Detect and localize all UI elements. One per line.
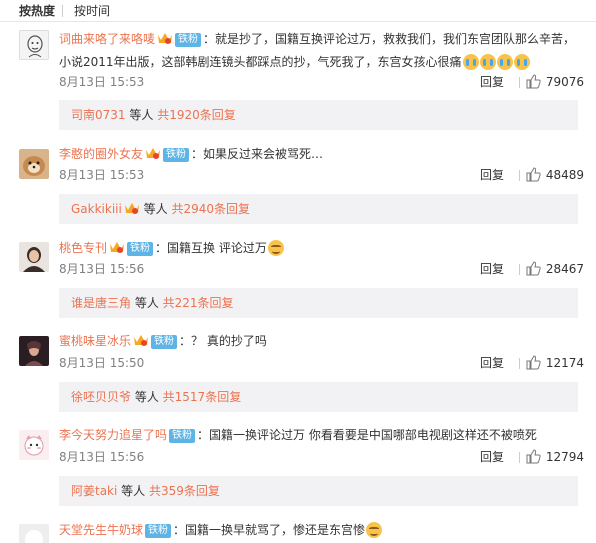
reply-button[interactable]: 回复 — [480, 353, 504, 373]
comment-time: 8月13日 15:53 — [59, 75, 145, 89]
comment-text: ：国籍一换评论过万 你看看要是中国哪部电视剧这样还不被喷死 — [197, 428, 537, 442]
comment-time: 8月13日 15:53 — [59, 168, 145, 182]
thumbs-up-icon[interactable] — [526, 355, 541, 370]
comment-text: ：国籍互换 评论过万 — [155, 241, 267, 255]
reply-count-link[interactable]: 共221条回复 — [163, 296, 234, 310]
sub-reply-summary[interactable]: 谁是唐三角 等人 共221条回复 — [59, 288, 578, 318]
comment-time: 8月13日 15:56 — [59, 262, 145, 276]
comment-text: ：就是抄了，国籍互换评论过万，救救我们，我们东宫团队那么辛苦， — [203, 32, 576, 46]
like-count: 48489 — [545, 168, 584, 182]
avatar[interactable] — [19, 242, 49, 272]
sort-tabs: 按热度 按时间 — [0, 0, 596, 22]
reply-button[interactable]: 回复 — [480, 259, 504, 279]
reply-username[interactable]: 徐呸贝贝爷 — [71, 390, 131, 404]
sub-reply-summary[interactable]: 司南0731 等人 共1920条回复 — [59, 100, 578, 130]
reply-username[interactable]: 司南0731 — [71, 108, 126, 122]
fan-badge[interactable]: 铁粉 — [163, 148, 190, 162]
username[interactable]: 李今天努力追星了吗 — [59, 428, 167, 442]
sub-reply-summary[interactable]: 阿姜taki 等人 共359条回复 — [59, 476, 578, 506]
reply-button[interactable]: 回复 — [480, 72, 504, 92]
smile-face-icon — [267, 240, 284, 256]
reply-count-link[interactable]: 共359条回复 — [149, 484, 220, 498]
comment-text: ：如果反过来会被骂死… — [191, 147, 324, 161]
vip-crown-icon — [124, 196, 140, 214]
tab-sort-by-time[interactable]: 按时间 — [74, 4, 110, 18]
like-count: 79076 — [545, 75, 584, 89]
sub-reply-summary[interactable]: 徐呸贝贝爷 等人 共1517条回复 — [59, 382, 578, 412]
thumbs-up-icon[interactable] — [526, 261, 541, 276]
thumbs-up-icon[interactable] — [526, 449, 541, 464]
smile-face-icon — [366, 522, 383, 538]
tab-sort-by-hot[interactable]: 按热度 — [19, 4, 55, 18]
avatar[interactable] — [19, 336, 49, 366]
thumbs-up-icon[interactable] — [526, 74, 541, 89]
username[interactable]: 词曲来咯了来咯唛 — [59, 32, 155, 46]
divider — [519, 170, 520, 181]
comment-text: 小说2011年出版，这部韩剧连镜头都踩点的抄，气死我了，东宫女孩心很痛 — [59, 55, 462, 69]
fan-badge[interactable]: 铁粉 — [127, 242, 154, 256]
like-count: 12794 — [545, 450, 584, 464]
username[interactable]: 桃色专刊 — [59, 241, 107, 255]
username[interactable]: 天堂先生牛奶球 — [59, 523, 143, 537]
cry-face-icon — [513, 54, 530, 70]
reply-username[interactable]: 谁是唐三角 — [71, 296, 131, 310]
fan-badge[interactable]: 铁粉 — [151, 335, 178, 349]
comment-text: ：？ 真的抄了吗 — [179, 334, 267, 348]
reply-text: 等人 — [117, 484, 149, 498]
cry-face-icon — [479, 54, 496, 70]
fan-badge[interactable]: 铁粉 — [145, 524, 172, 538]
reply-username[interactable]: Gakkikiii — [71, 202, 122, 216]
reply-text: 等人 — [125, 108, 158, 122]
divider — [519, 264, 520, 275]
avatar[interactable] — [19, 430, 49, 460]
comment-text: ：国籍一换早就骂了，惨还是东宫惨 — [173, 523, 366, 537]
vip-crown-icon — [145, 145, 161, 159]
divider — [519, 358, 520, 369]
username[interactable]: 李憨的圈外女友 — [59, 147, 143, 161]
avatar[interactable] — [19, 149, 49, 179]
thumbs-up-icon[interactable] — [526, 167, 541, 182]
reply-button[interactable]: 回复 — [480, 165, 504, 185]
vip-crown-icon — [109, 239, 125, 253]
reply-button[interactable]: 回复 — [480, 447, 504, 467]
reply-count-link[interactable]: 共1517条回复 — [163, 390, 242, 404]
fan-badge[interactable]: 铁粉 — [175, 33, 202, 47]
divider — [519, 452, 520, 463]
reply-count-link[interactable]: 共1920条回复 — [157, 108, 236, 122]
vip-crown-icon — [133, 332, 149, 346]
tab-divider — [62, 5, 63, 17]
cry-face-icon — [496, 54, 513, 70]
sub-reply-summary[interactable]: Gakkikiii 等人 共2940条回复 — [59, 194, 578, 224]
cry-face-icon — [462, 54, 479, 70]
like-count: 12174 — [545, 356, 584, 370]
comment-time: 8月13日 15:56 — [59, 450, 145, 464]
reply-text: 等人 — [139, 202, 172, 216]
avatar[interactable] — [19, 524, 49, 543]
reply-count-link[interactable]: 共2940条回复 — [171, 202, 250, 216]
username[interactable]: 蜜桃味星冰乐 — [59, 334, 131, 348]
reply-username[interactable]: 阿姜taki — [71, 484, 117, 498]
like-count: 28467 — [545, 262, 584, 276]
comment-time: 8月13日 15:50 — [59, 356, 145, 370]
vip-crown-icon — [157, 30, 173, 44]
reply-text: 等人 — [131, 296, 163, 310]
avatar[interactable] — [19, 30, 49, 60]
reply-text: 等人 — [131, 390, 163, 404]
fan-badge[interactable]: 铁粉 — [169, 429, 196, 443]
divider — [519, 77, 520, 88]
